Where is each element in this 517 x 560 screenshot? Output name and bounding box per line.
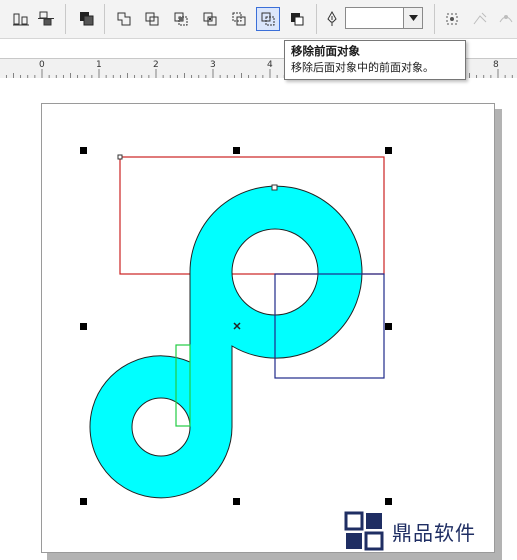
tooltip: 移除前面对象 移除后面对象中的前面对象。 (284, 40, 466, 80)
tooltip-title: 移除前面对象 (291, 44, 360, 58)
selection-handle[interactable] (80, 498, 87, 505)
selection-handle[interactable] (80, 323, 87, 330)
watermark: 鼎品软件 (344, 510, 504, 552)
node-handle[interactable] (271, 184, 278, 191)
selection-handle[interactable] (233, 147, 240, 154)
tooltip-description: 移除后面对象中的前面对象。 (291, 61, 434, 74)
watermark-text: 鼎品软件 (392, 520, 476, 545)
selection-handle[interactable] (385, 323, 392, 330)
cyan-curve-shape[interactable] (89, 185, 363, 499)
selection-handle[interactable] (385, 147, 392, 154)
selection-handle[interactable] (385, 498, 392, 505)
selection-handle[interactable] (233, 498, 240, 505)
drawing-canvas[interactable] (0, 0, 517, 559)
node-handle[interactable] (117, 154, 123, 160)
watermark-logo-icon (344, 511, 384, 551)
selection-handle[interactable] (80, 147, 87, 154)
